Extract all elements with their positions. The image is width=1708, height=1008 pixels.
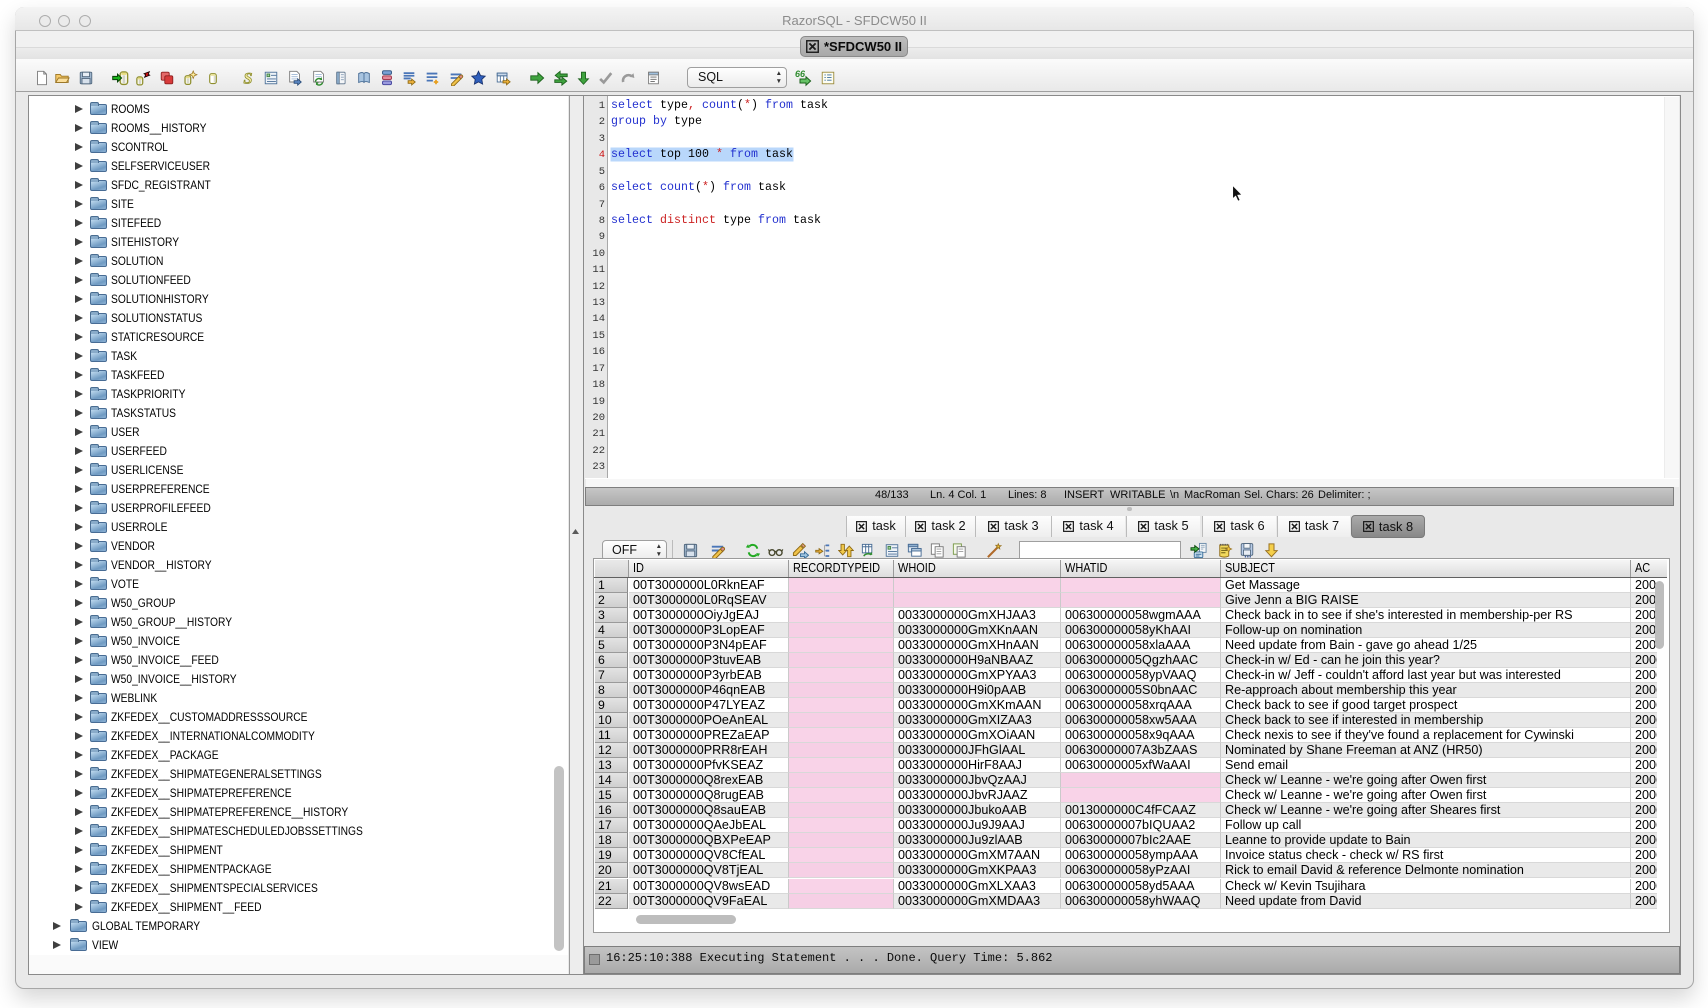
svg-text:66: 66: [795, 69, 806, 79]
svg-text:S: S: [244, 71, 253, 87]
